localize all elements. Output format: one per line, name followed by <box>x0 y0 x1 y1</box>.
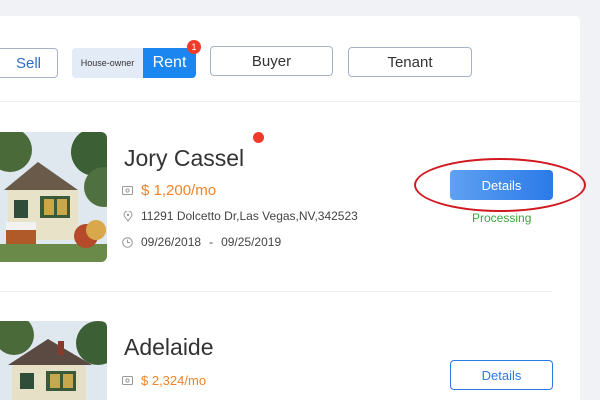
listing-address: 11291 Dolcetto Dr,Las Vegas,NV,342523 <box>141 209 358 223</box>
buyer-button[interactable]: Buyer <box>210 46 333 76</box>
rent-option[interactable]: Rent <box>143 48 196 78</box>
listing-photo[interactable] <box>0 321 107 400</box>
listing-price: $ 2,324/mo <box>141 373 207 388</box>
listing-price-row: $ 2,324/mo <box>122 373 206 388</box>
header-divider <box>0 101 580 102</box>
listing-name: Adelaide <box>124 334 214 360</box>
listing-address-row: 11291 Dolcetto Dr,Las Vegas,NV,342523 <box>122 209 358 223</box>
money-icon <box>122 375 133 386</box>
clock-icon <box>122 236 133 248</box>
money-icon <box>122 185 133 196</box>
status-label: Processing <box>472 211 532 225</box>
sell-button[interactable]: Sell <box>0 48 58 78</box>
listing-divider <box>0 291 552 292</box>
details-button[interactable]: Details <box>450 170 553 200</box>
unread-indicator <box>253 132 264 143</box>
lease-start-date: 09/26/2018 <box>141 235 202 249</box>
listing-name: Jory Cassel <box>124 145 245 171</box>
listing-date-row: 09/26/2018 - 09/25/2019 <box>122 235 281 249</box>
listing-photo[interactable] <box>0 132 107 262</box>
role-segmented-control: House-owner Rent 1 <box>72 40 201 78</box>
date-separator: - <box>209 235 214 249</box>
lease-end-date: 09/25/2019 <box>221 235 282 249</box>
location-pin-icon <box>122 210 133 222</box>
listing-price: $ 1,200/mo <box>141 182 217 199</box>
listing-price-row: $ 1,200/mo <box>122 182 216 199</box>
tenant-button[interactable]: Tenant <box>348 47 472 77</box>
rent-count-badge: 1 <box>187 40 201 54</box>
details-button[interactable]: Details <box>450 360 553 390</box>
house-owner-option[interactable]: House-owner <box>72 48 143 78</box>
